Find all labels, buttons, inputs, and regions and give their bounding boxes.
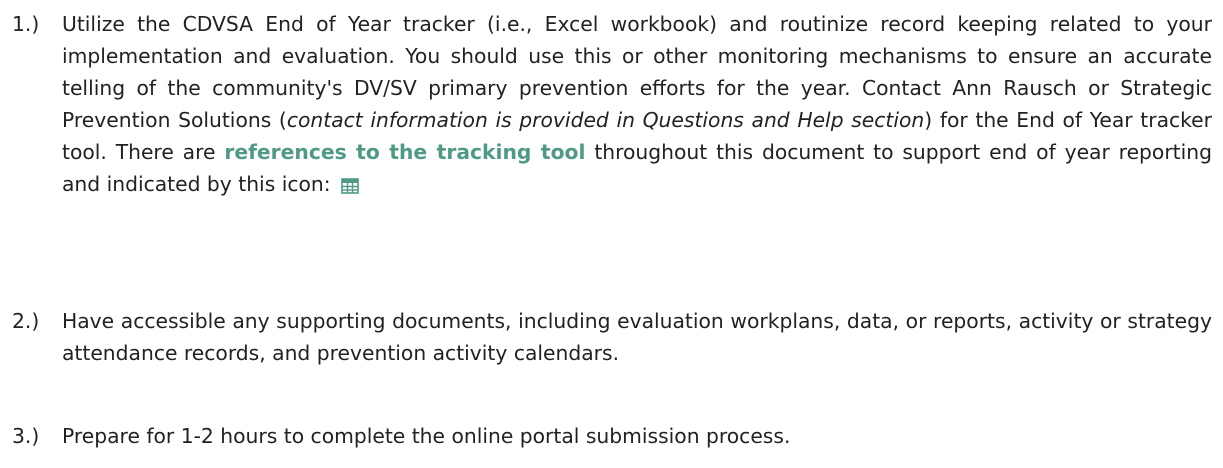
item-number: 2.) (12, 309, 40, 333)
item-number: 1.) (12, 12, 40, 36)
table-grid-icon (340, 171, 359, 203)
list-item-3: 3.) Prepare for 1-2 hours to complete th… (12, 420, 1212, 452)
list-item-1: 1.) Utilize the CDVSA End of Year tracke… (12, 8, 1212, 203)
item-text: Prepare for 1-2 hours to complete the on… (62, 424, 791, 448)
item-number: 3.) (12, 424, 40, 448)
tracking-tool-reference: references to the tracking tool (224, 140, 586, 164)
contact-info-note: contact information is provided in Quest… (286, 108, 925, 132)
item-text: Have accessible any supporting documents… (62, 309, 1212, 365)
list-item-2: 2.) Have accessible any supporting docum… (12, 305, 1212, 369)
item-text: Utilize the CDVSA End of Year tracker (i… (62, 8, 1212, 203)
